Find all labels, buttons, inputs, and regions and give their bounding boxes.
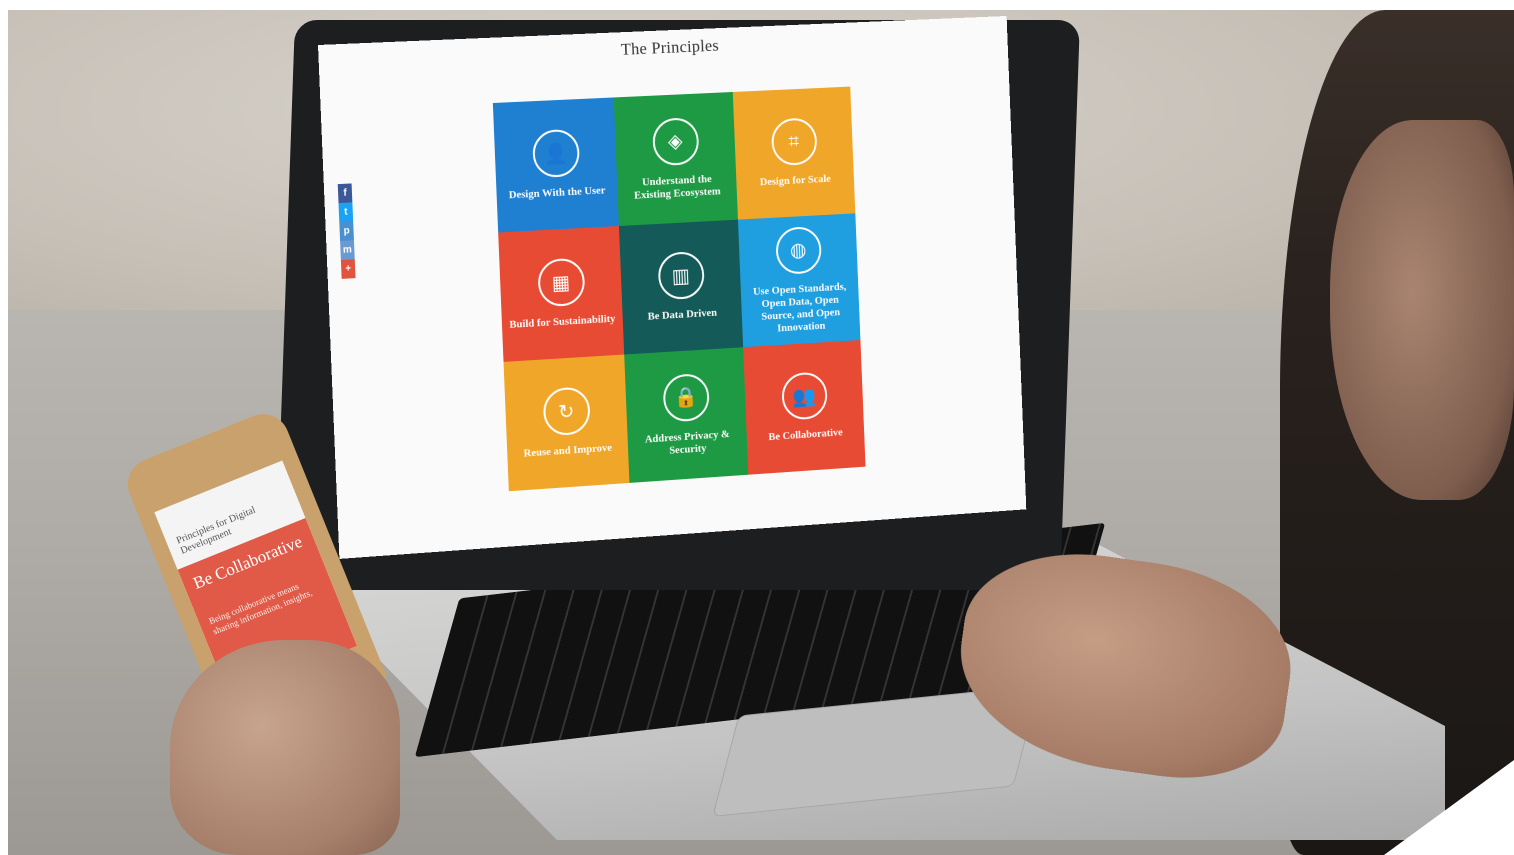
crop-icon: ⌗ [770,117,818,167]
principle-label: Address Privacy & Security [644,427,730,457]
twitter-share-button[interactable]: t [338,202,354,223]
user-icon: 👤 [531,128,580,179]
ecosystem-icon: ◈ [651,116,700,166]
principle-tile-design-for-scale[interactable]: ⌗ Design for Scale [732,86,856,220]
pinterest-icon: p [343,225,350,237]
globe-icon: ◍ [774,225,822,275]
principle-label: Be Data Driven [647,306,718,323]
principle-tile-data-driven[interactable]: ▥ Be Data Driven [618,219,744,355]
principle-label: Understand the Existing Ecosystem [633,172,721,202]
principle-label: Design With the User [508,184,606,202]
twitter-icon: t [343,206,348,218]
principles-grid: 👤 Design With the User ◈ Understand the … [492,86,866,494]
email-icon: m [342,244,353,256]
cycle-icon: ↻ [542,386,591,437]
left-hand [170,640,400,855]
lock-icon: 🔒 [661,372,710,423]
principle-tile-sustainability[interactable]: ▦ Build for Sustainability [498,226,625,362]
principle-tile-collaborative[interactable]: 👥 Be Collaborative [743,340,866,475]
corner-overlay [1384,760,1514,855]
principle-tile-reuse-improve[interactable]: ↻ Reuse and Improve [503,354,630,492]
principle-label: Use Open Standards, Open Data, Open Sour… [752,280,847,334]
person-face [1330,120,1514,500]
bricks-icon: ▦ [536,257,586,308]
phone-hero-text: Being collaborative means sharing inform… [207,581,314,637]
chart-icon: ▥ [656,250,705,301]
plus-icon: + [345,263,352,275]
more-share-button[interactable]: + [340,259,356,279]
principle-tile-design-with-user[interactable]: 👤 Design With the User [492,97,619,233]
principle-label: Design for Scale [759,172,832,189]
facebook-share-button[interactable]: f [337,183,353,204]
principle-label: Reuse and Improve [523,441,613,460]
principle-label: Build for Sustainability [509,312,616,331]
principle-label: Be Collaborative [768,426,843,444]
laptop-screen: The Principles f t p m + 👤 Design With t… [318,15,1027,559]
share-bar: f t p m + [337,183,356,279]
principle-tile-open-standards[interactable]: ◍ Use Open Standards, Open Data, Open So… [737,213,861,348]
people-icon: 👥 [780,371,828,421]
principle-tile-ecosystem[interactable]: ◈ Understand the Existing Ecosystem [613,91,738,227]
email-share-button[interactable]: m [340,240,355,260]
principle-tile-privacy-security[interactable]: 🔒 Address Privacy & Security [624,347,749,483]
facebook-icon: f [343,187,347,199]
pinterest-share-button[interactable]: p [339,221,354,241]
